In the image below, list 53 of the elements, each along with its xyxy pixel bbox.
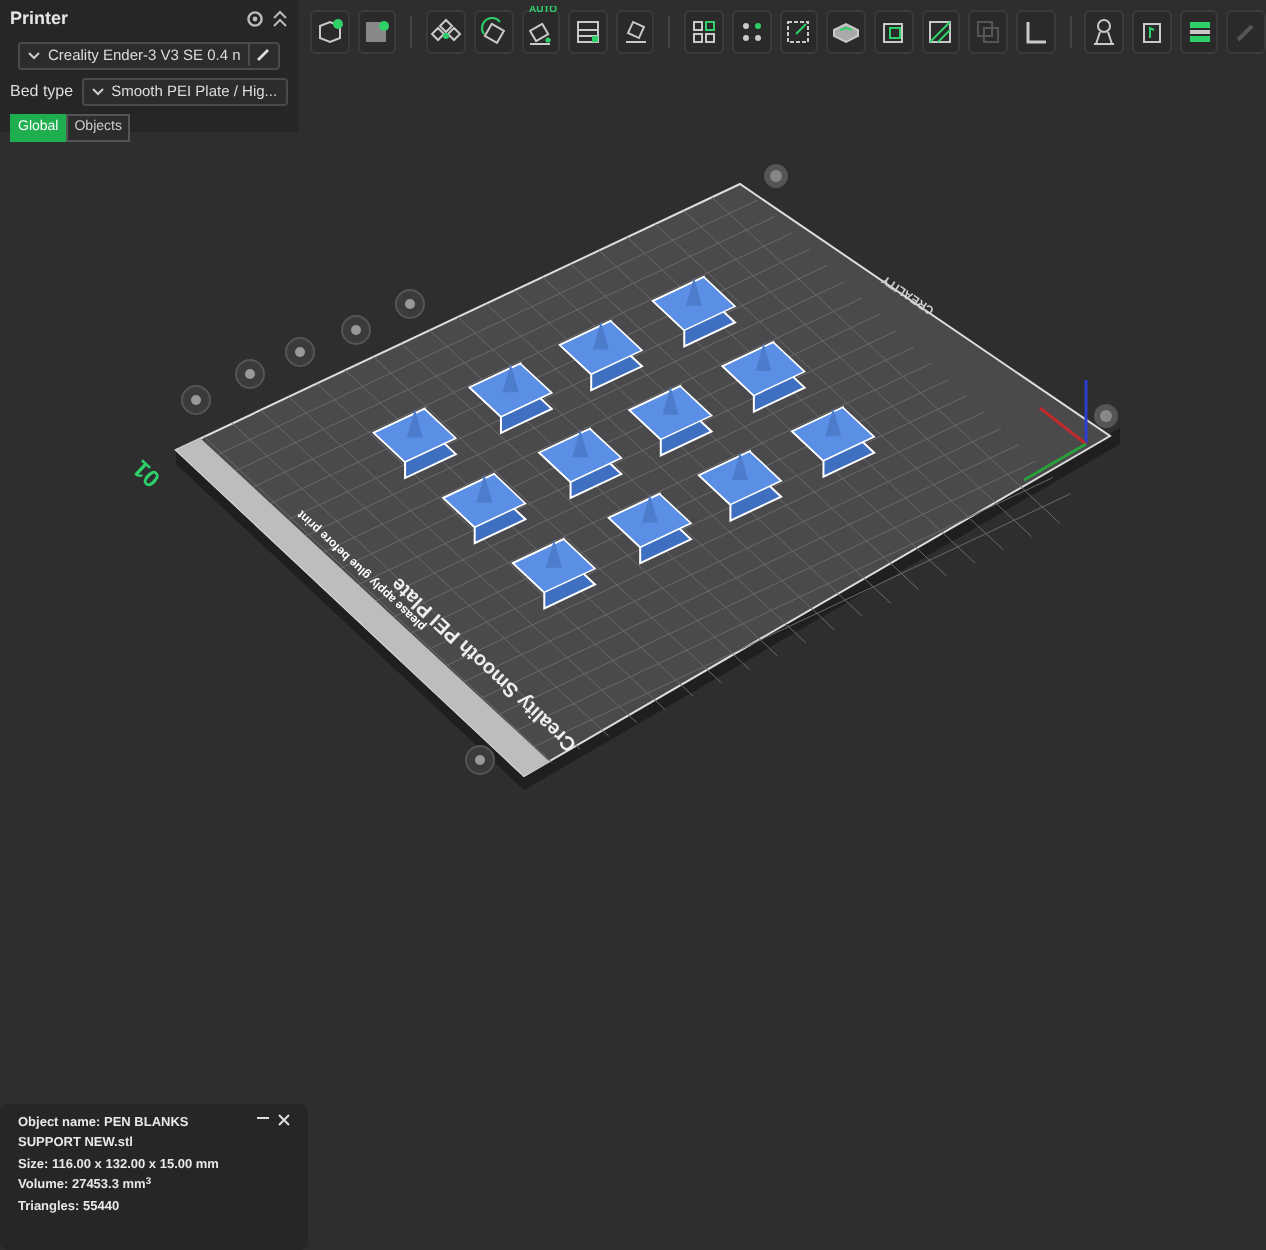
plate-button[interactable] xyxy=(341,315,371,345)
tool-button[interactable] xyxy=(779,10,819,54)
tool-button[interactable] xyxy=(732,10,772,54)
chevron-down-icon xyxy=(28,51,40,59)
tool-button[interactable] xyxy=(921,10,961,54)
tool-button[interactable] xyxy=(1084,10,1125,54)
tool-button[interactable] xyxy=(1132,10,1172,54)
model-object[interactable] xyxy=(790,405,876,479)
tool-button[interactable] xyxy=(426,10,466,54)
close-icon xyxy=(278,1114,290,1126)
auto-orient-icon xyxy=(524,16,557,48)
model-object[interactable] xyxy=(607,492,693,565)
model-object[interactable] xyxy=(697,449,783,523)
layout-icon xyxy=(571,16,604,48)
slash-icon xyxy=(924,16,957,48)
tool-button[interactable] xyxy=(684,10,724,54)
plate-button[interactable] xyxy=(465,745,495,775)
model-object[interactable] xyxy=(537,427,624,500)
grid-icon xyxy=(688,16,721,48)
tool-button[interactable] xyxy=(568,10,608,54)
tool-button[interactable] xyxy=(826,10,866,54)
model-object[interactable] xyxy=(651,275,737,348)
plate-button[interactable] xyxy=(1094,404,1118,428)
model-object[interactable] xyxy=(372,407,458,480)
pencil-icon xyxy=(256,48,271,63)
plate-button[interactable] xyxy=(764,164,788,188)
rotate-icon xyxy=(477,16,510,48)
plate-button[interactable] xyxy=(181,385,211,415)
model-object[interactable] xyxy=(627,384,714,458)
tool-button[interactable] xyxy=(473,10,513,54)
plate-number: 01 xyxy=(127,454,166,494)
field-label: Bed type xyxy=(10,79,74,103)
tool-button[interactable] xyxy=(873,10,914,54)
overlap-icon xyxy=(972,16,1005,48)
model-object[interactable] xyxy=(441,472,528,545)
model-object[interactable] xyxy=(720,340,807,414)
tool-button[interactable] xyxy=(615,10,655,54)
model-object[interactable] xyxy=(558,319,644,392)
plate-button[interactable] xyxy=(395,289,425,319)
tool-button[interactable] xyxy=(1015,10,1056,54)
tool-button[interactable] xyxy=(310,10,350,54)
model-object[interactable] xyxy=(511,537,597,610)
settings-icon xyxy=(246,10,264,29)
model-object[interactable] xyxy=(467,361,554,435)
plate-button[interactable] xyxy=(285,337,315,367)
chevron-down-icon xyxy=(91,87,104,95)
plate-button[interactable] xyxy=(235,359,265,389)
tool-button[interactable] xyxy=(1179,10,1219,54)
scale-icon xyxy=(782,16,815,48)
collapse-icon xyxy=(272,10,288,29)
axes-icon xyxy=(1023,380,1088,482)
tool-button[interactable] xyxy=(357,10,397,54)
panel-title: Printer xyxy=(10,6,69,32)
